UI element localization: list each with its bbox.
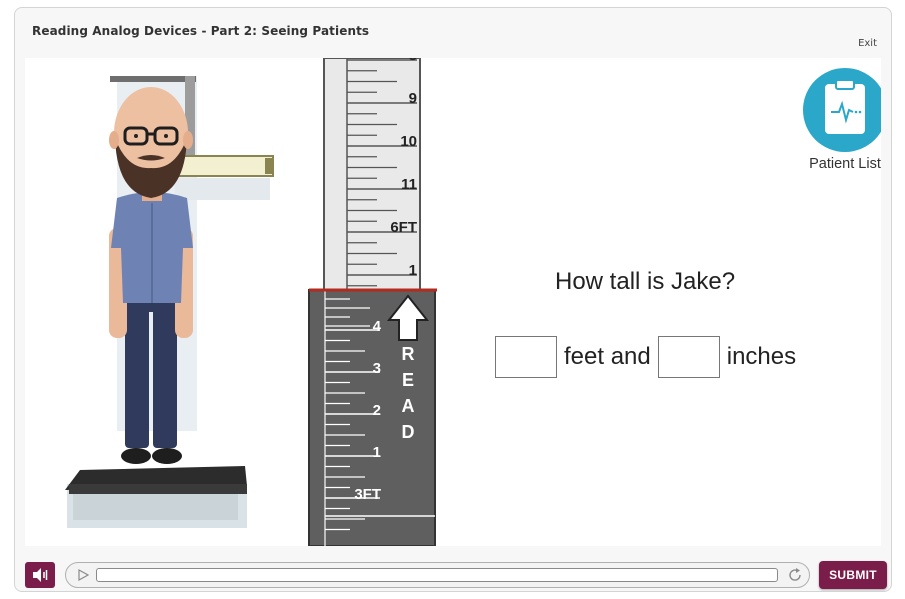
inches-input[interactable]	[657, 336, 720, 378]
speaker-icon	[33, 568, 48, 582]
replay-icon[interactable]	[787, 567, 803, 583]
upper-ruler: 8 9 10 11 6FT 1	[323, 58, 421, 291]
course-title: Reading Analog Devices - Part 2: Seeing …	[32, 24, 370, 38]
upper-ruler-label: 9	[409, 90, 417, 107]
media-player-bar	[65, 562, 810, 588]
feet-input[interactable]	[495, 336, 557, 378]
read-letter: A	[402, 396, 415, 416]
patient-list-button[interactable]: Patient List	[795, 68, 881, 172]
read-letter: E	[402, 370, 414, 390]
upper-ruler-label: 6FT	[390, 219, 417, 236]
question-text: How tall is Jake?	[555, 268, 736, 295]
answer-row: feet and inches	[495, 336, 803, 378]
upper-ruler-label: 10	[400, 133, 417, 150]
patient-list-circle[interactable]	[803, 68, 881, 152]
upper-ruler-label: 8	[409, 58, 417, 64]
slide-stage: 8 9 10 11 6FT 1 4 3 2 1 3FT READ	[25, 58, 881, 546]
course-window: Reading Analog Devices - Part 2: Seeing …	[14, 7, 892, 592]
lower-ruler: 4 3 2 1 3FT READ	[308, 289, 436, 546]
lower-ruler-label: 4	[373, 318, 382, 335]
volume-button[interactable]	[25, 562, 55, 588]
progress-bar[interactable]	[96, 568, 778, 582]
read-letter: R	[402, 344, 415, 364]
inches-label: inches	[726, 343, 797, 370]
patient-list-label: Patient List	[809, 156, 881, 172]
player-controls: SUBMIT	[15, 549, 891, 591]
play-icon[interactable]	[76, 568, 90, 582]
upper-ruler-label: 11	[401, 176, 417, 193]
feet-label: feet and	[564, 343, 651, 370]
lower-ruler-label: 2	[373, 402, 381, 419]
lower-ruler-label: 3FT	[354, 486, 381, 503]
clipboard-icon	[825, 79, 865, 134]
upper-ruler-label: 1	[409, 262, 417, 279]
read-letter: D	[402, 422, 415, 442]
exit-link[interactable]: Exit	[858, 38, 877, 49]
lower-ruler-label: 3	[373, 360, 381, 377]
lower-ruler-label: 1	[373, 444, 381, 461]
patient-scale-illustration: 8 9 10 11 6FT 1 4 3 2 1 3FT READ	[65, 58, 437, 546]
submit-button[interactable]: SUBMIT	[819, 561, 887, 589]
